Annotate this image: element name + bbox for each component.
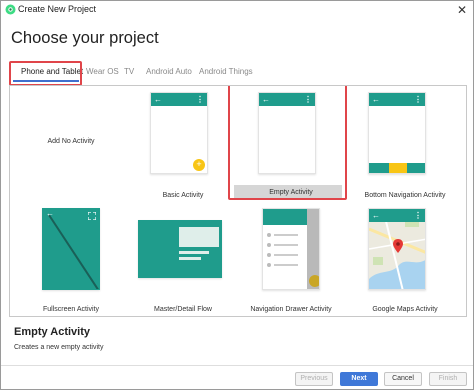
app-bar: ← ⋮ xyxy=(369,93,425,106)
template-gallery: Add No Activity ← ⋮ + Basic Activity ← ⋮… xyxy=(9,85,467,317)
overflow-menu-icon: ⋮ xyxy=(414,95,422,104)
template-bottom-navigation-activity[interactable]: ← ⋮ Bottom Navigation Activity xyxy=(350,90,460,204)
fab-icon xyxy=(309,275,319,287)
map-pin-icon xyxy=(393,239,403,253)
page-title: Choose your project xyxy=(11,29,159,47)
tab-tv[interactable]: TV xyxy=(124,67,134,76)
close-icon[interactable]: ✕ xyxy=(457,1,467,19)
description-title: Empty Activity xyxy=(14,326,91,338)
fullscreen-icon xyxy=(88,212,96,220)
description-text: Creates a new empty activity xyxy=(14,344,104,351)
drawer-header xyxy=(263,209,307,225)
bottom-nav-selected-item xyxy=(389,163,407,173)
diagonal-line xyxy=(48,214,99,289)
drawer-item-icon xyxy=(267,233,271,237)
drawer-item-line xyxy=(274,254,298,256)
drawer-item-line xyxy=(274,234,298,236)
back-arrow-icon: ← xyxy=(372,211,380,220)
back-arrow-icon: ← xyxy=(372,95,380,104)
cancel-button[interactable]: Cancel xyxy=(384,372,422,386)
overflow-menu-icon: ⋮ xyxy=(414,211,422,220)
back-arrow-icon: ← xyxy=(154,95,162,104)
app-bar: ← ⋮ xyxy=(151,93,207,106)
template-master-detail-flow[interactable]: Master/Detail Flow xyxy=(128,204,238,316)
footer-divider xyxy=(1,365,473,366)
template-google-maps-activity[interactable]: ← ⋮ Google Maps Activity xyxy=(350,204,460,316)
drawer-item-line xyxy=(274,244,298,246)
template-label: Navigation Drawer Activity xyxy=(250,306,332,313)
fab-icon: + xyxy=(193,159,205,171)
template-label: Master/Detail Flow xyxy=(154,306,212,313)
next-button[interactable]: Next xyxy=(340,372,378,386)
finish-button[interactable]: Finish xyxy=(429,372,467,386)
master-detail-preview xyxy=(138,220,222,278)
back-arrow-icon: ← xyxy=(46,209,54,218)
window-title: Create New Project xyxy=(18,4,97,14)
tab-android-things[interactable]: Android Things xyxy=(199,67,253,76)
tab-android-auto[interactable]: Android Auto xyxy=(146,67,192,76)
fullscreen-preview: ← xyxy=(42,208,100,290)
tab-highlight-box xyxy=(9,61,82,86)
drawer-panel xyxy=(263,209,307,289)
template-label: Google Maps Activity xyxy=(372,306,438,313)
previous-button[interactable]: Previous xyxy=(295,372,333,386)
template-fullscreen-activity[interactable]: ← Fullscreen Activity xyxy=(16,204,126,316)
navigation-drawer-preview xyxy=(262,208,320,290)
google-maps-preview: ← ⋮ xyxy=(368,208,426,290)
detail-line xyxy=(179,251,209,254)
android-studio-icon xyxy=(5,4,16,15)
app-bar: ← ⋮ xyxy=(369,209,425,222)
tab-wear-os[interactable]: Wear OS xyxy=(86,67,119,76)
drawer-item-line xyxy=(274,264,298,266)
drawer-item-icon xyxy=(267,263,271,267)
template-label: Bottom Navigation Activity xyxy=(364,192,446,199)
template-label: Basic Activity xyxy=(162,192,204,199)
template-basic-activity[interactable]: ← ⋮ + Basic Activity xyxy=(128,90,238,204)
overflow-menu-icon: ⋮ xyxy=(196,95,204,104)
title-bar: Create New Project ✕ xyxy=(1,1,473,19)
template-label: Fullscreen Activity xyxy=(42,306,100,313)
create-project-dialog: Create New Project ✕ Choose your project… xyxy=(0,0,474,390)
drawer-item-icon xyxy=(267,243,271,247)
detail-panel xyxy=(179,227,219,247)
template-add-no-activity[interactable]: Add No Activity xyxy=(16,90,126,204)
template-label: Add No Activity xyxy=(47,138,95,145)
detail-line xyxy=(179,257,201,260)
drawer-item-icon xyxy=(267,253,271,257)
bottom-navigation-preview: ← ⋮ xyxy=(368,92,426,174)
basic-activity-preview: ← ⋮ + xyxy=(150,92,208,174)
template-navigation-drawer-activity[interactable]: Navigation Drawer Activity xyxy=(236,204,346,316)
selected-template-outline xyxy=(228,86,347,200)
